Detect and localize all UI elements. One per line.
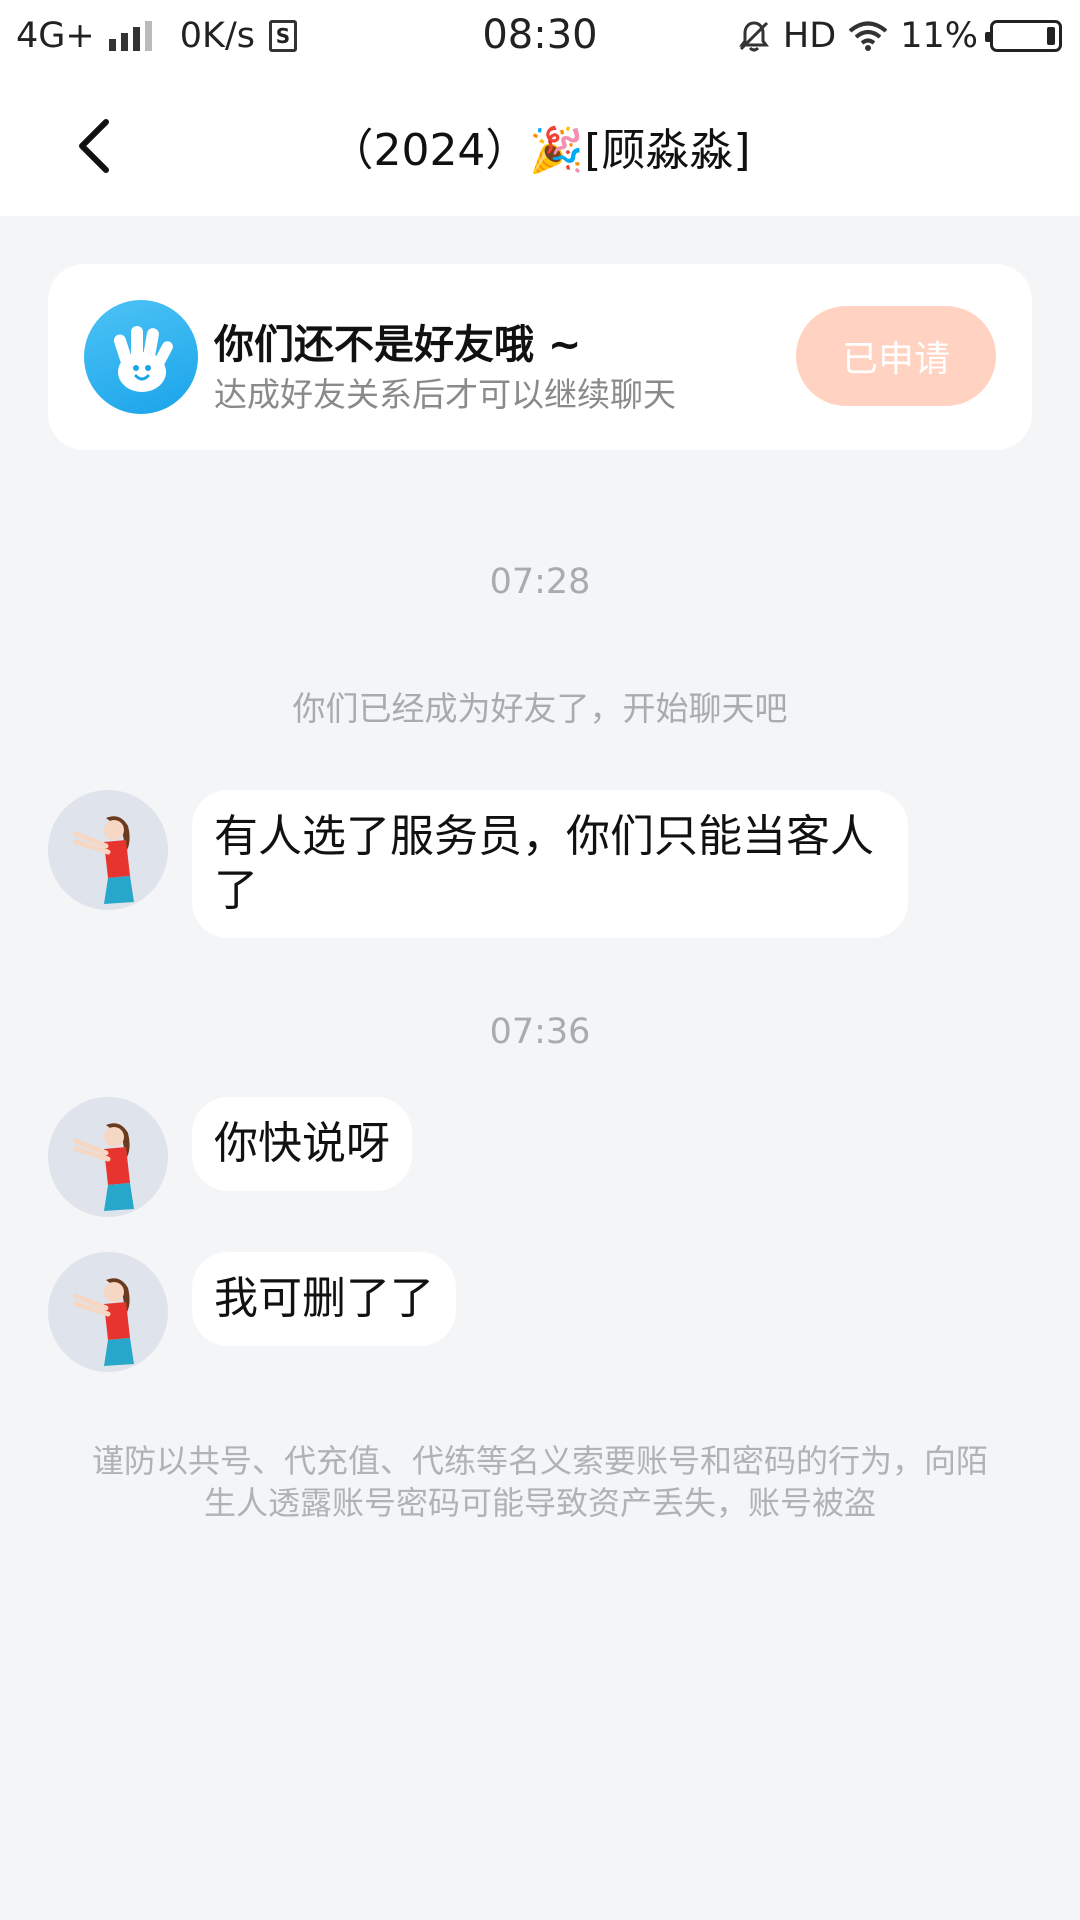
card-subtitle: 达成好友关系后才可以继续聊天 xyxy=(214,375,676,414)
system-message: 你们已经成为好友了，开始聊天吧 xyxy=(292,689,788,728)
message-bubble[interactable]: 有人选了服务员，你们只能当客人了 xyxy=(192,790,908,938)
safety-warning: 谨防以共号、代充值、代练等名义索要账号和密码的行为，向陌生人透露账号密码可能导致… xyxy=(91,1442,988,1522)
message-bubble[interactable]: 我可删了了 xyxy=(192,1252,456,1346)
hand-wave-icon xyxy=(84,300,198,414)
friend-request-card: 你们还不是好友哦 ~ 达成好友关系后才可以继续聊天 已申请 xyxy=(48,264,1032,450)
hd-indicator: HD xyxy=(782,16,837,56)
status-bar: 4G+ 0K/s S 08:30 HD 11% xyxy=(0,0,1080,76)
mute-bell-icon xyxy=(738,21,769,52)
applied-button[interactable]: 已申请 xyxy=(796,306,996,406)
timestamp: 07:36 xyxy=(489,1012,591,1052)
message-bubble[interactable]: 你快说呀 xyxy=(192,1097,412,1191)
wifi-icon xyxy=(848,21,888,51)
avatar[interactable] xyxy=(48,1097,168,1217)
battery-icon xyxy=(985,20,1062,52)
avatar[interactable] xyxy=(48,1252,168,1372)
avatar[interactable] xyxy=(48,790,168,910)
card-title: 你们还不是好友哦 ~ xyxy=(214,322,582,368)
chat-title: （2024）🎉[顾淼淼] xyxy=(329,125,751,176)
nav-bar: （2024）🎉[顾淼淼] xyxy=(0,76,1080,216)
battery-percent: 11% xyxy=(900,16,978,56)
timestamp: 07:28 xyxy=(489,562,591,602)
